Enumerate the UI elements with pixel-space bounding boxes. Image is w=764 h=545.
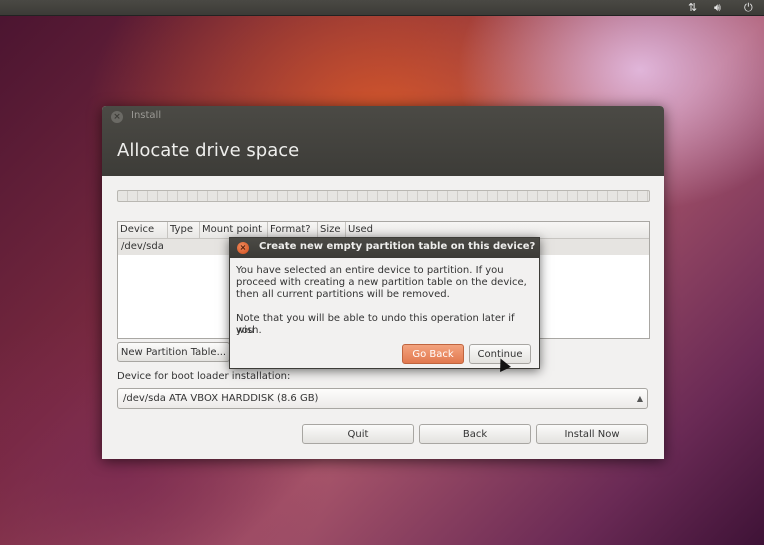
back-button[interactable]: Back <box>419 424 531 444</box>
window-close-icon[interactable]: × <box>111 111 123 123</box>
power-icon[interactable]: ⏻ <box>744 0 753 15</box>
bootloader-select[interactable]: /dev/sda ATA VBOX HARDDISK (8.6 GB) ▲ <box>117 388 648 409</box>
dialog-title: Create new empty partition table on this… <box>259 241 536 252</box>
column-used[interactable]: Used <box>346 222 649 238</box>
dialog-note-line: wish. <box>236 325 262 336</box>
column-mount-point[interactable]: Mount point <box>200 222 268 238</box>
partition-bar <box>117 190 650 202</box>
column-type[interactable]: Type <box>168 222 200 238</box>
select-arrows-icon: ▲ <box>636 394 643 403</box>
new-partition-table-button[interactable]: New Partition Table... <box>117 342 230 362</box>
row-device: /dev/sda <box>121 241 164 252</box>
dialog-close-icon[interactable]: × <box>237 242 249 254</box>
volume-icon[interactable]: 🔊︎ <box>714 0 721 15</box>
column-format[interactable]: Format? <box>268 222 318 238</box>
bootloader-selected-value: /dev/sda ATA VBOX HARDDISK (8.6 GB) <box>123 393 319 404</box>
column-size[interactable]: Size <box>318 222 346 238</box>
go-back-button[interactable]: Go Back <box>402 344 464 364</box>
confirm-dialog: × Create new empty partition table on th… <box>229 237 540 369</box>
dialog-message-line: proceed with creating a new partition ta… <box>236 277 527 288</box>
page-title: Allocate drive space <box>117 140 300 161</box>
dialog-titlebar: × Create new empty partition table on th… <box>230 238 539 258</box>
window-titlebar: × Install Allocate drive space <box>102 106 664 176</box>
window-title: Install <box>131 110 162 121</box>
column-device[interactable]: Device <box>118 222 168 238</box>
bootloader-label: Device for boot loader installation: <box>117 371 291 382</box>
dialog-message-line: You have selected an entire device to pa… <box>236 265 504 276</box>
dialog-message-line: then all current partitions will be remo… <box>236 289 450 300</box>
network-arrows-icon[interactable]: ⇅ <box>688 0 697 15</box>
install-now-button[interactable]: Install Now <box>536 424 648 444</box>
top-panel: ⇅ 🔊︎ ⏻ <box>0 0 764 16</box>
quit-button[interactable]: Quit <box>302 424 414 444</box>
